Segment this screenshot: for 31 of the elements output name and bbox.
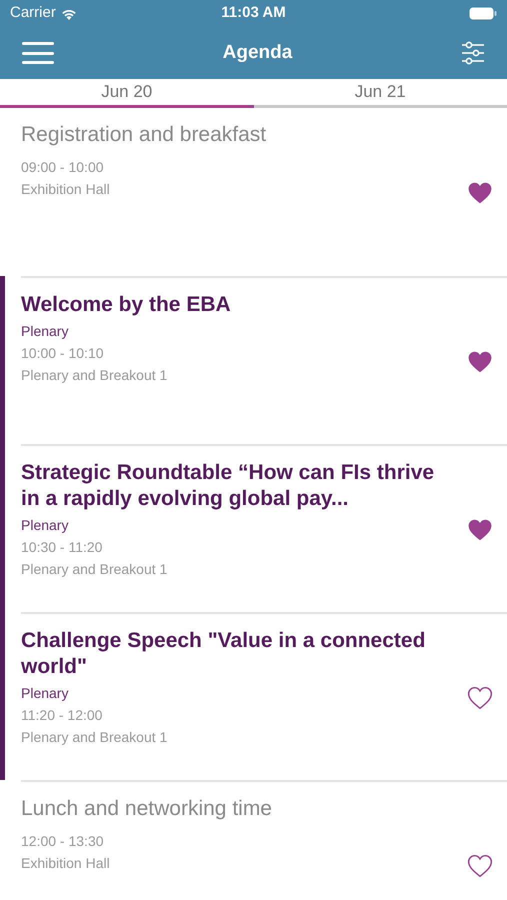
session-title[interactable]: Lunch and networking time <box>21 796 437 822</box>
date-tab[interactable]: Jun 20 <box>0 79 254 108</box>
menu-button[interactable] <box>22 42 54 64</box>
session-time: 09:00 - 10:00 <box>21 158 105 176</box>
track-label: Plenary <box>21 322 70 341</box>
clock-time: 11:03 AM <box>221 3 286 24</box>
carrier-label: Carrier <box>10 3 56 24</box>
screen-title: Agenda <box>222 40 292 65</box>
session-time: 11:20 - 12:00 <box>21 706 104 724</box>
session-location: Plenary and Breakout 1 <box>21 560 168 579</box>
session-time: 12:00 - 13:30 <box>21 832 105 850</box>
heart-icon[interactable] <box>467 518 493 542</box>
session-location: Plenary and Breakout 1 <box>21 728 168 747</box>
session-location: Exhibition Hall <box>21 854 111 872</box>
heart-icon[interactable] <box>467 350 493 374</box>
session-time: 10:00 - 10:10 <box>21 344 105 362</box>
session-location: Plenary and Breakout 1 <box>21 366 168 385</box>
heart-icon[interactable] <box>467 854 493 878</box>
session-title[interactable]: Challenge Speech "Value in a connected world" <box>21 628 437 680</box>
session-location: Exhibition Hall <box>21 180 111 198</box>
track-label: Plenary <box>21 684 70 703</box>
session-title[interactable]: Strategic Roundtable “How can FIs thrive in a rapidly evolving global pay... <box>21 460 437 512</box>
heart-icon[interactable] <box>467 180 493 204</box>
session-title[interactable]: Welcome by the EBA <box>21 292 437 318</box>
battery-icon <box>469 7 497 20</box>
heart-icon[interactable] <box>467 686 493 710</box>
session-time: 10:30 - 11:20 <box>21 538 104 556</box>
date-tab[interactable]: Jun 21 <box>254 79 507 108</box>
session-title[interactable]: Registration and breakfast <box>21 122 437 148</box>
track-label: Plenary <box>21 516 70 535</box>
filter-sliders-icon[interactable] <box>461 41 485 65</box>
